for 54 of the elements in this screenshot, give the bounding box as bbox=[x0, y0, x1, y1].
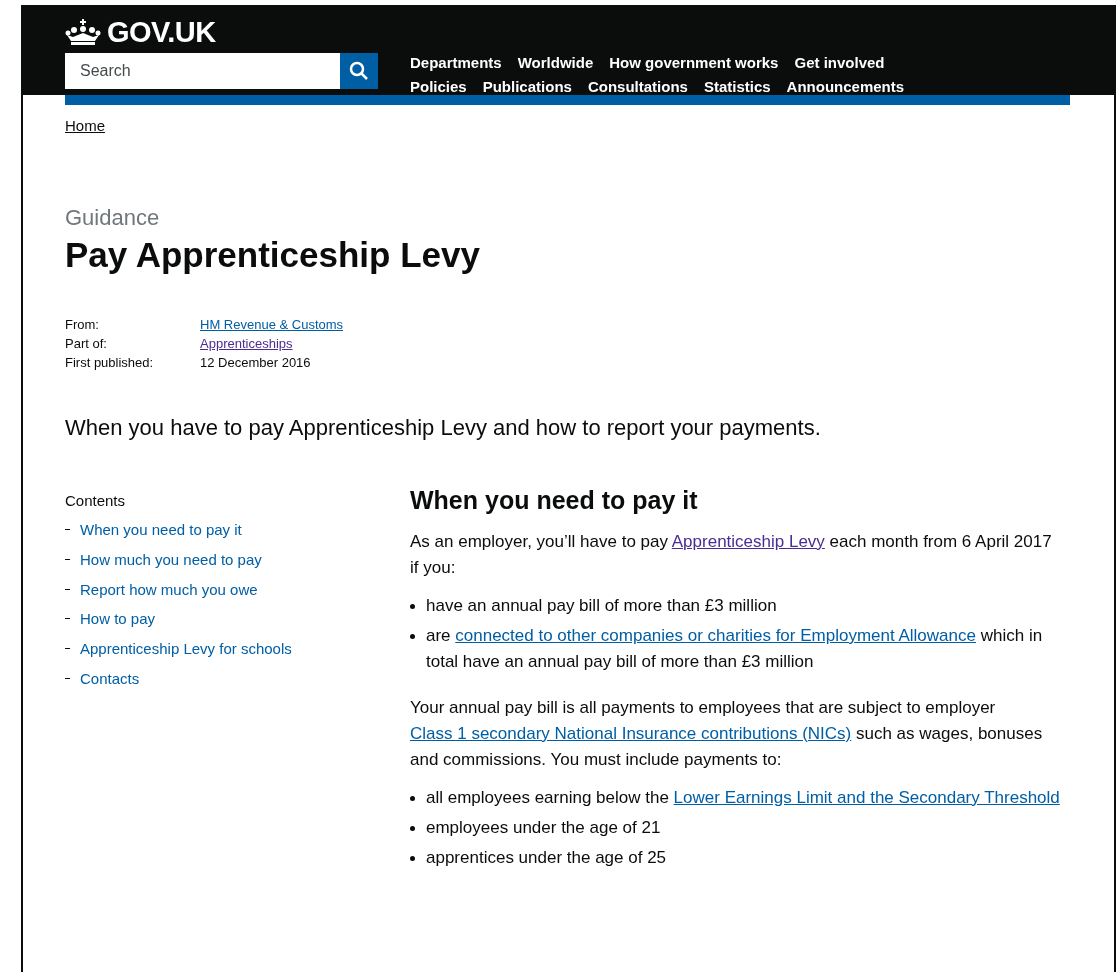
metadata-label: Part of: bbox=[65, 335, 108, 353]
body-paragraph: Your annual pay bill is all payments to employees that are subject to employer Class 1 secondary National Insurance contributions (NICs) such as wages, bonuses and commissions. You must include payments to: bbox=[410, 697, 1044, 771]
metadata-link[interactable]: HM Revenue & Customs bbox=[200, 317, 344, 332]
section-heading: When you need to pay it bbox=[410, 485, 699, 515]
nav-link[interactable]: Consultations bbox=[587, 77, 688, 95]
contents-link[interactable]: When you need to pay it bbox=[80, 521, 242, 539]
site-logo[interactable]: GOV.UK bbox=[107, 15, 216, 49]
metadata-label: First published: bbox=[65, 354, 155, 372]
dash-icon bbox=[65, 648, 70, 650]
nav-link[interactable]: Get involved bbox=[794, 53, 885, 71]
list-item-text: have an annual pay bill of more than £3 million bbox=[426, 595, 777, 617]
nav-link[interactable]: Publications bbox=[482, 77, 572, 95]
contents-link[interactable]: How much you need to pay bbox=[80, 551, 262, 569]
nav-link[interactable]: Worldwide bbox=[517, 53, 594, 71]
page-title: Pay Apprenticeship Levy bbox=[65, 235, 481, 275]
list-item-text: apprentices under the age of 25 bbox=[426, 847, 667, 869]
bullet-icon bbox=[410, 856, 415, 861]
bullet-icon bbox=[410, 634, 415, 639]
inline-link[interactable]: Apprenticeship Levy bbox=[671, 532, 825, 551]
search-button[interactable] bbox=[340, 53, 378, 89]
metadata-value: 12 December 2016 bbox=[200, 355, 311, 370]
inline-link[interactable]: Class 1 secondary National Insurance contributions (NICs) bbox=[410, 724, 852, 743]
bullet-icon bbox=[410, 604, 415, 609]
metadata-link[interactable]: Apprenticeships bbox=[200, 336, 293, 351]
nav-link[interactable]: Announcements bbox=[786, 77, 905, 95]
list-item-text: are connected to other companies or charities for Employment Allowance which in total have an annual pay bill of more than £3 million bbox=[426, 625, 1044, 673]
dash-icon bbox=[65, 559, 70, 561]
contents-link[interactable]: How to pay bbox=[80, 610, 156, 628]
contents-link[interactable]: Contacts bbox=[80, 669, 140, 687]
dash-icon bbox=[65, 677, 70, 679]
document-type: Guidance bbox=[65, 205, 161, 231]
inline-link[interactable]: Lower Earnings Limit and the Secondary Threshold bbox=[673, 788, 1060, 807]
nav-link[interactable]: How government works bbox=[609, 53, 779, 71]
crown-icon bbox=[65, 19, 101, 45]
nav-link[interactable]: Policies bbox=[410, 77, 467, 95]
dash-icon bbox=[65, 529, 70, 531]
contents-link[interactable]: Report how much you owe bbox=[80, 580, 258, 598]
dash-icon bbox=[65, 618, 70, 620]
contents-heading: Contents bbox=[65, 491, 127, 511]
summary-text: When you have to pay Apprenticeship Levy and how to report your payments. bbox=[65, 415, 822, 441]
metadata-label: From: bbox=[65, 316, 100, 334]
list-item-text: employees under the age of 21 bbox=[426, 817, 661, 839]
nav-link[interactable]: Departments bbox=[410, 53, 502, 71]
bullet-icon bbox=[410, 826, 415, 831]
bullet-icon bbox=[410, 796, 415, 801]
dash-icon bbox=[65, 588, 70, 590]
search-icon bbox=[349, 61, 369, 81]
breadcrumb-link[interactable]: Home bbox=[65, 117, 105, 134]
list-item-text: all employees earning below the Lower Earnings Limit and the Secondary Threshold bbox=[426, 787, 1060, 809]
nav-link[interactable]: Statistics bbox=[703, 77, 771, 95]
body-paragraph: As an employer, you’ll have to pay Apprenticeship Levy each month from 6 April 2017 if you: bbox=[410, 531, 1053, 579]
search-field[interactable]: Search bbox=[65, 53, 340, 89]
inline-link[interactable]: connected to other companies or charities for Employment Allowance bbox=[455, 626, 976, 645]
contents-link[interactable]: Apprenticeship Levy for schools bbox=[80, 640, 292, 658]
